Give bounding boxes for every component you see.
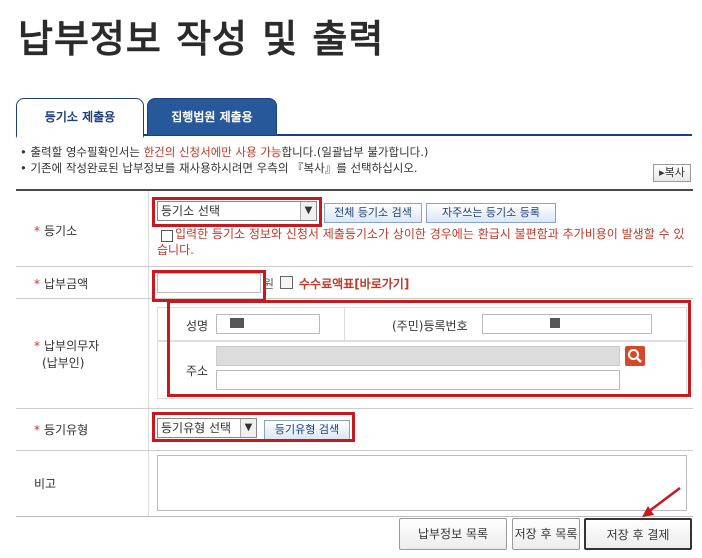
save-to-list-button[interactable]: 저장 후 목록 bbox=[512, 518, 580, 550]
tab-bar: 등기소 제출용 집행법원 제출용 bbox=[16, 98, 692, 138]
notice-emphasis: 한건의 신청서에만 사용 가능 bbox=[143, 145, 282, 159]
reg-type-label: * 등기유형 bbox=[16, 409, 149, 450]
payment-form: * 등기소 등기소 선택 ▼ 전체 등기소 검색 자주쓰는 등기소 등록 입력한 … bbox=[16, 189, 693, 517]
notice-text: 합니다.(일괄납부 불가합니다.) bbox=[281, 145, 429, 159]
required-mark: * bbox=[34, 277, 40, 291]
remarks-row: 비고 bbox=[16, 451, 693, 517]
favorite-registry-button[interactable]: 자주쓰는 등기소 등록 bbox=[426, 203, 556, 223]
reg-type-label-text: 등기유형 bbox=[44, 423, 89, 437]
highlight-box bbox=[152, 270, 266, 302]
remarks-label: 비고 bbox=[16, 451, 149, 516]
save-and-pay-button[interactable]: 저장 후 결제 bbox=[584, 518, 692, 550]
copy-button[interactable]: ▸복사 bbox=[653, 164, 691, 182]
amount-label-text: 납부금액 bbox=[44, 277, 89, 291]
payer-label: * 납부의무자 (납부인) bbox=[16, 299, 149, 408]
required-mark: * bbox=[34, 339, 40, 353]
notice: • 출력할 영수필확인서는 한건의 신청서에만 사용 가능합니다.(일괄납부 불… bbox=[20, 144, 428, 176]
tab-registry-submission[interactable]: 등기소 제출용 bbox=[16, 98, 144, 138]
payer-label-text: 납부의무자 bbox=[44, 339, 100, 353]
arrow-annotation-icon bbox=[642, 487, 681, 517]
page-title: 납부정보 작성 및 출력 bbox=[18, 17, 385, 61]
payment-list-button[interactable]: 납부정보 목록 bbox=[399, 518, 507, 550]
remarks-textarea[interactable] bbox=[157, 455, 687, 511]
required-mark: * bbox=[34, 423, 40, 437]
tab-court-submission[interactable]: 집행법원 제출용 bbox=[147, 98, 277, 136]
amount-unit: 원 bbox=[263, 277, 275, 291]
registry-label-text: 등기소 bbox=[44, 224, 78, 238]
amount-label: * 납부금액 bbox=[16, 267, 149, 298]
amount-row: * 납부금액 원 수수료액표[바로가기] bbox=[16, 267, 693, 302]
reg-type-row: * 등기유형 등기유형 선택 ▼ 등기유형 검색 bbox=[16, 409, 693, 451]
highlight-box bbox=[152, 197, 322, 227]
payer-label-sub: (납부인) bbox=[42, 356, 85, 370]
book-icon bbox=[280, 276, 293, 289]
payer-row: * 납부의무자 (납부인) 성명 (주민)등록번호 주소 bbox=[16, 299, 693, 409]
highlight-box bbox=[152, 412, 355, 442]
notice-text: • 출력할 영수필확인서는 bbox=[20, 145, 144, 159]
registry-row: * 등기소 등기소 선택 ▼ 전체 등기소 검색 자주쓰는 등기소 등록 입력한 … bbox=[16, 191, 693, 267]
remarks-label-text: 비고 bbox=[34, 477, 57, 491]
registry-label: * 등기소 bbox=[16, 191, 149, 266]
registry-warning: 입력한 등기소 정보와 신청서 제출등기소가 상이한 경우에는 환급시 불편함과… bbox=[157, 227, 685, 257]
notice-line-2: • 기존에 작성완료된 납부정보를 재사용하시려면 우측의 『복사』를 선택하십… bbox=[20, 161, 418, 175]
required-mark: * bbox=[34, 224, 40, 238]
fee-table-link[interactable]: 수수료액표[바로가기] bbox=[299, 275, 409, 292]
highlight-box bbox=[167, 300, 691, 397]
search-all-registry-button[interactable]: 전체 등기소 검색 bbox=[324, 203, 422, 223]
